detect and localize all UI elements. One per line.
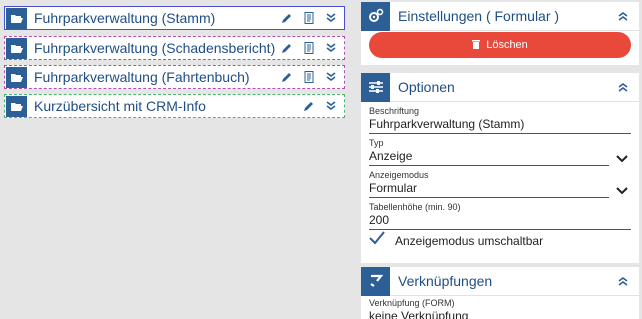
pencil-icon[interactable] <box>280 41 294 55</box>
display-mode-toggle[interactable]: Anzeigemodus umschaltbar <box>369 231 543 250</box>
double-chevron-down-icon[interactable] <box>324 41 338 55</box>
pencil-icon[interactable] <box>280 70 294 84</box>
double-chevron-up-icon[interactable] <box>615 8 631 24</box>
document-icon[interactable] <box>302 11 316 25</box>
links-panel-title: Verknüpfungen <box>398 273 493 289</box>
folder-open-icon <box>6 37 27 59</box>
type-value[interactable]: Anzeige <box>369 149 631 163</box>
folder-open-icon <box>6 7 27 29</box>
delete-button-label: Löschen <box>486 39 528 51</box>
form-row-schadensbericht[interactable]: Fuhrparkverwaltung (Schadensbericht) <box>4 36 345 60</box>
checkmark-icon[interactable] <box>369 231 385 250</box>
double-chevron-down-icon[interactable] <box>324 70 338 84</box>
form-row-stamm[interactable]: Fuhrparkverwaltung (Stamm) <box>4 6 345 30</box>
link-label: Verknüpfung (FORM) <box>369 298 455 308</box>
double-chevron-down-icon[interactable] <box>324 99 338 113</box>
display-mode-toggle-label: Anzeigemodus umschaltbar <box>395 233 544 248</box>
pencil-icon[interactable] <box>280 11 294 25</box>
trash-icon <box>472 39 481 52</box>
folder-open-icon <box>6 95 27 117</box>
form-row-fahrtenbuch[interactable]: Fuhrparkverwaltung (Fahrtenbuch) <box>4 65 345 89</box>
options-panel: Optionen Beschriftung Fuhrparkverwaltung… <box>361 72 639 263</box>
caption-label: Beschriftung <box>369 106 420 116</box>
table-height-input[interactable]: 200 <box>369 213 631 227</box>
double-chevron-down-icon[interactable] <box>324 11 338 25</box>
pencil-icon[interactable] <box>302 99 316 113</box>
options-panel-title: Optionen <box>398 79 455 95</box>
table-height-label: Tabellenhöhe (min. 90) <box>369 202 461 212</box>
chevron-down-icon[interactable] <box>615 152 629 166</box>
table-height-field[interactable]: Tabellenhöhe (min. 90) 200 <box>369 202 631 230</box>
chevron-down-icon[interactable] <box>615 184 629 198</box>
caption-input[interactable]: Fuhrparkverwaltung (Stamm) <box>369 117 631 131</box>
link-select[interactable]: Verknüpfung (FORM) keine Verknüpfung <box>369 298 631 319</box>
links-panel-header[interactable]: Verknüpfungen <box>361 266 639 296</box>
form-row-kurzuebersicht[interactable]: Kurzübersicht mit CRM-Info <box>4 94 345 118</box>
delete-button[interactable]: Löschen <box>369 32 631 58</box>
double-chevron-up-icon[interactable] <box>615 273 631 289</box>
options-panel-header[interactable]: Optionen <box>361 72 639 102</box>
type-select[interactable]: Typ Anzeige <box>369 138 631 166</box>
links-panel: Verknüpfungen Verknüpfung (FORM) keine V… <box>361 266 639 319</box>
sliders-icon <box>361 72 390 102</box>
folder-open-icon <box>6 66 27 88</box>
settings-panel: Einstellungen ( Formular ) Löschen <box>361 1 639 65</box>
double-chevron-up-icon[interactable] <box>615 79 631 95</box>
document-icon[interactable] <box>302 70 316 84</box>
form-title: Fuhrparkverwaltung (Fahrtenbuch) <box>34 69 250 85</box>
link-icon <box>361 266 390 296</box>
settings-panel-header[interactable]: Einstellungen ( Formular ) <box>361 1 639 31</box>
settings-panel-title: Einstellungen ( Formular ) <box>398 8 560 24</box>
form-title: Fuhrparkverwaltung (Stamm) <box>34 10 216 26</box>
display-mode-label: Anzeigemodus <box>369 170 429 180</box>
form-title: Fuhrparkverwaltung (Schadensbericht) <box>34 40 276 56</box>
display-mode-value[interactable]: Formular <box>369 181 631 195</box>
caption-field[interactable]: Beschriftung Fuhrparkverwaltung (Stamm) <box>369 106 631 134</box>
type-label: Typ <box>369 138 384 148</box>
link-value[interactable]: keine Verknüpfung <box>369 309 631 319</box>
form-title: Kurzübersicht mit CRM-Info <box>34 98 206 114</box>
gears-icon <box>361 1 390 31</box>
display-mode-select[interactable]: Anzeigemodus Formular <box>369 170 631 198</box>
document-icon[interactable] <box>302 41 316 55</box>
